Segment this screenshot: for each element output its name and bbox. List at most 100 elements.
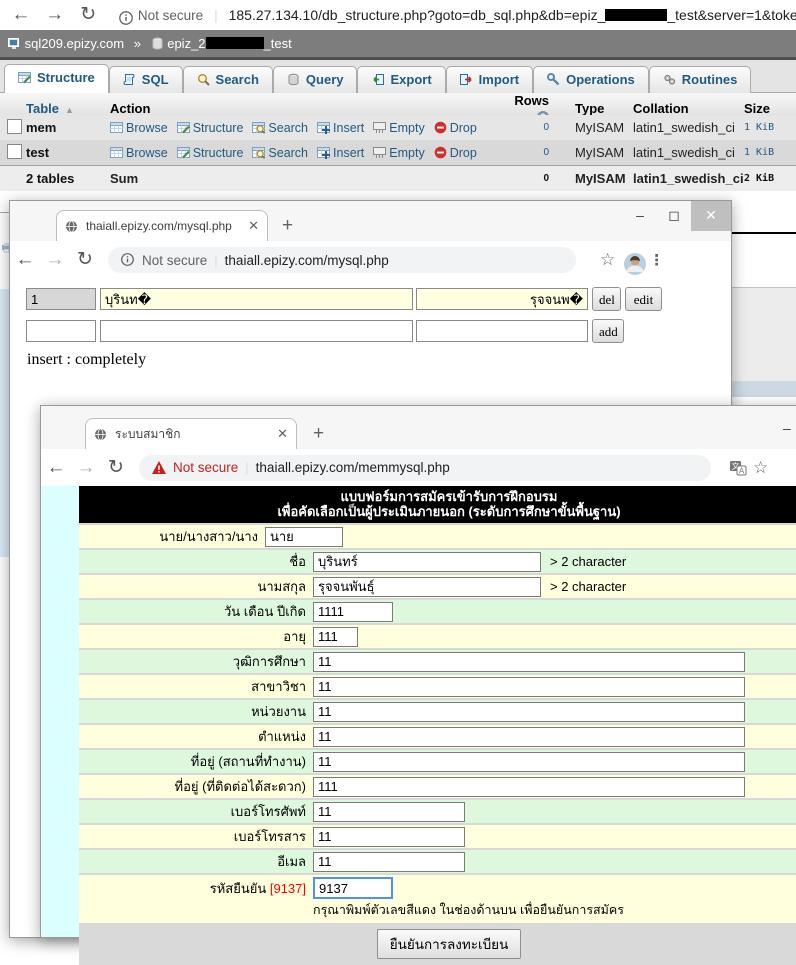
edit-button[interactable]: edit bbox=[625, 287, 662, 311]
form-field-last-name: > 2 character bbox=[311, 577, 796, 597]
form-label-address-work: ที่อยู่ (สถานที่ทำงาน) bbox=[79, 751, 311, 772]
form-field-first-name: > 2 character bbox=[311, 552, 796, 572]
record-id-input[interactable] bbox=[26, 288, 96, 310]
new-name-input[interactable] bbox=[100, 320, 413, 342]
reload-icon[interactable]: ↻ bbox=[73, 0, 103, 30]
new-tab-button[interactable]: + bbox=[282, 215, 293, 237]
row-checkbox[interactable] bbox=[7, 144, 22, 159]
breadcrumb-server[interactable]: sql209.epizy.com bbox=[25, 36, 124, 51]
table-name[interactable]: test bbox=[26, 145, 110, 160]
pma-tab-export[interactable]: Export bbox=[357, 66, 445, 93]
form-input-position[interactable] bbox=[313, 727, 745, 747]
back-icon[interactable]: ← bbox=[10, 241, 40, 279]
table-name[interactable]: mem bbox=[26, 120, 110, 135]
bookmark-star-icon[interactable]: ☆ bbox=[600, 250, 615, 270]
pma-tab-sql[interactable]: SQL bbox=[109, 66, 183, 93]
background-panel bbox=[722, 287, 796, 383]
tab-close-icon[interactable]: ✕ bbox=[277, 426, 288, 442]
table-collation[interactable]: latin1_swedish_ci bbox=[633, 120, 738, 135]
back-icon[interactable]: ← bbox=[6, 0, 36, 30]
form-input-address-contact[interactable] bbox=[313, 777, 745, 797]
action-insert[interactable]: Insert bbox=[317, 121, 364, 135]
form-input-email[interactable] bbox=[313, 852, 465, 872]
form-label-email: อีเมล bbox=[79, 851, 311, 872]
row-checkbox[interactable] bbox=[7, 119, 22, 134]
pma-tab-label: SQL bbox=[142, 72, 169, 87]
confirm-code-note: กรุณาพิมพ์ตัวเลขสีแดง ในช่องด้านบน เพื่อ… bbox=[313, 900, 796, 920]
pma-tab-query[interactable]: Query bbox=[273, 66, 358, 93]
action-drop[interactable]: Drop bbox=[434, 146, 477, 160]
pma-tab-operations[interactable]: Operations bbox=[533, 66, 649, 93]
action-empty[interactable]: Empty bbox=[373, 121, 424, 135]
confirm-code-input[interactable] bbox=[313, 877, 393, 899]
table-collation[interactable]: latin1_swedish_ci bbox=[633, 145, 738, 160]
breadcrumb-database[interactable]: epiz_2_test bbox=[167, 36, 292, 51]
bookmark-star-icon[interactable]: ☆ bbox=[753, 458, 768, 478]
column-header-table[interactable]: Table bbox=[26, 101, 59, 116]
profile-avatar[interactable] bbox=[623, 252, 639, 268]
forward-icon[interactable]: → bbox=[71, 449, 101, 486]
add-button[interactable]: add bbox=[592, 319, 624, 343]
form-input-first-name[interactable] bbox=[313, 552, 541, 572]
tab-close-icon[interactable]: ✕ bbox=[248, 218, 259, 234]
form-row-department: หน่วยงาน bbox=[79, 700, 796, 723]
action-insert[interactable]: Insert bbox=[317, 146, 364, 160]
form-input-education[interactable] bbox=[313, 652, 745, 672]
form-input-last-name[interactable] bbox=[313, 577, 541, 597]
menu-dots-icon[interactable]: ⋮ bbox=[649, 251, 664, 269]
del-button[interactable]: del bbox=[592, 287, 621, 311]
form-label-last-name: นามสกุล bbox=[79, 576, 311, 597]
forward-icon[interactable]: → bbox=[40, 0, 70, 30]
maximize-button[interactable]: ◻ bbox=[657, 201, 691, 231]
form-input-age[interactable] bbox=[313, 627, 358, 647]
browser-tab-member[interactable]: ระบบสมาชิก ✕ bbox=[85, 418, 297, 449]
omnibox[interactable]: Not secure | thaiall.epizy.com/mysql.php bbox=[108, 247, 576, 273]
action-structure[interactable]: Structure bbox=[177, 121, 244, 135]
form-input-title-prefix[interactable] bbox=[265, 527, 343, 547]
submit-registration-button[interactable]: ยืนยันการลงทะเบียน bbox=[377, 929, 522, 959]
pma-tab-structure[interactable]: Structure bbox=[4, 64, 109, 93]
translate-icon[interactable]: 文A bbox=[729, 460, 745, 476]
browser-tab-mysql[interactable]: thaiall.epizy.com/mysql.php ✕ bbox=[56, 210, 268, 241]
form-input-birthdate[interactable] bbox=[313, 602, 393, 622]
close-button[interactable]: ✕ bbox=[691, 201, 731, 231]
pma-breadcrumb: sql209.epizy.com » epiz_2_test bbox=[0, 30, 796, 57]
form-input-department[interactable] bbox=[313, 702, 745, 722]
form-input-address-work[interactable] bbox=[313, 752, 745, 772]
minimize-button[interactable]: – bbox=[623, 201, 657, 231]
reload-icon[interactable]: ↻ bbox=[70, 241, 100, 279]
action-label: Search bbox=[268, 121, 308, 135]
form-input-fax[interactable] bbox=[313, 827, 465, 847]
action-structure[interactable]: Structure bbox=[177, 146, 244, 160]
pma-tab-search[interactable]: Search bbox=[183, 66, 273, 93]
omnibox[interactable]: Not secure | thaiall.epizy.com/memmysql.… bbox=[139, 455, 711, 481]
new-surname-input[interactable] bbox=[416, 320, 588, 342]
search-tab-icon bbox=[197, 69, 210, 82]
pma-tab-import[interactable]: Import bbox=[446, 66, 533, 93]
action-search[interactable]: Search bbox=[252, 146, 308, 160]
action-empty[interactable]: Empty bbox=[373, 146, 424, 160]
form-input-phone[interactable] bbox=[313, 802, 465, 822]
minimize-button[interactable]: – bbox=[783, 420, 791, 436]
record-name-input[interactable] bbox=[100, 288, 413, 310]
structure-icon bbox=[177, 121, 190, 134]
pma-table-header: Table▲ Action Rows? Type Collation Size bbox=[0, 93, 796, 116]
form-input-major[interactable] bbox=[313, 677, 745, 697]
browser-window-member-form: ระบบสมาชิก ✕ + – ← → ↻ Not secure | thai… bbox=[40, 405, 796, 938]
action-browse[interactable]: Browse bbox=[110, 121, 168, 135]
form-label-education: วุฒิการศึกษา bbox=[79, 651, 311, 672]
new-tab-button[interactable]: + bbox=[313, 423, 324, 445]
form-field-email bbox=[311, 852, 796, 872]
action-browse[interactable]: Browse bbox=[110, 146, 168, 160]
record-surname-input[interactable] bbox=[416, 288, 588, 310]
pma-tab-routines[interactable]: Routines bbox=[649, 66, 752, 93]
back-icon[interactable]: ← bbox=[41, 449, 71, 486]
forward-icon[interactable]: → bbox=[40, 241, 70, 279]
insert-icon bbox=[317, 146, 330, 159]
reload-icon[interactable]: ↻ bbox=[101, 449, 131, 486]
form-field-education bbox=[311, 652, 796, 672]
action-drop[interactable]: Drop bbox=[434, 121, 477, 135]
action-search[interactable]: Search bbox=[252, 121, 308, 135]
new-id-input[interactable] bbox=[26, 320, 96, 342]
main-address-bar[interactable]: Not secure | 185.27.134.10/db_structure.… bbox=[118, 2, 796, 28]
